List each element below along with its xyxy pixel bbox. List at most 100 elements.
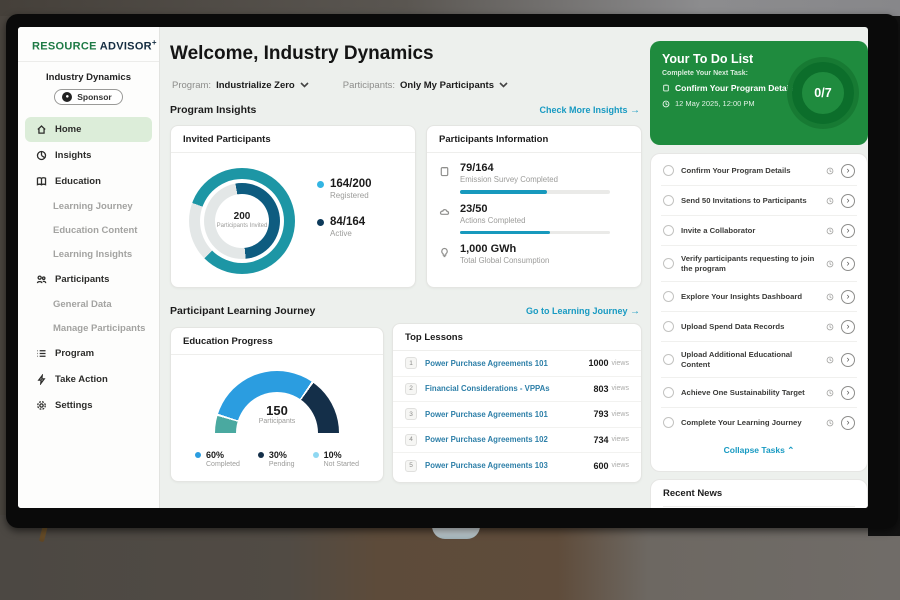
pending-dot-icon [258,452,264,458]
clock-icon [826,197,834,205]
invited-participants-donut: 200 Participants Invited [189,168,295,274]
recent-news-title: Recent News [663,488,855,499]
survey-clipboard-icon [439,162,452,194]
task-checkbox[interactable] [663,387,674,398]
sidebar-item-home[interactable]: Home [25,117,152,142]
sidebar-item-learning-journey[interactable]: Learning Journey [25,195,152,218]
gauge-center-value: 150 [215,403,339,418]
chevron-right-icon[interactable]: › [841,353,855,367]
task-row-explore-insights[interactable]: Explore Your Insights Dashboard › [661,282,857,312]
task-checkbox[interactable] [663,417,674,428]
chevron-right-icon[interactable]: › [841,320,855,334]
task-checkbox[interactable] [663,165,674,176]
sidebar-item-general-data[interactable]: General Data [25,293,152,316]
program-value: Industrialize Zero [216,80,295,91]
clipboard-icon [662,84,670,92]
sidebar-item-learning-insights[interactable]: Learning Insights [25,243,152,266]
lesson-link[interactable]: Financial Considerations - VPPAs [425,384,593,393]
emission-progress-bar [460,190,610,194]
sponsor-icon: ● [62,92,72,102]
task-checkbox[interactable] [663,195,674,206]
task-row-send-invitations[interactable]: Send 50 Invitations to Participants › [661,186,857,216]
clock-icon [826,293,834,301]
clock-icon [826,260,834,268]
rank-badge: 4 [405,434,417,446]
task-row-achieve-target[interactable]: Achieve One Sustainability Target › [661,378,857,408]
task-checkbox[interactable] [663,258,674,269]
clock-icon [826,356,834,364]
todo-next-task: Confirm Your Program Details [675,83,796,93]
rank-badge: 5 [405,460,417,472]
check-more-insights-link[interactable]: Check More Insights → [539,105,640,116]
task-row-upload-educational-content[interactable]: Upload Additional Educational Content › [661,342,857,378]
chevron-right-icon[interactable]: › [841,164,855,178]
sidebar-item-program[interactable]: Program [25,341,152,366]
sidebar-item-participants[interactable]: Participants [25,267,152,292]
education-progress-card: Education Progress 150 Participants 60% … [170,327,384,482]
task-row-confirm-program[interactable]: Confirm Your Program Details › [661,156,857,186]
completed-dot-icon [195,452,201,458]
task-row-complete-learning-journey[interactable]: Complete Your Learning Journey › [661,408,857,437]
lesson-link[interactable]: Power Purchase Agreements 103 [425,461,593,470]
chevron-right-icon[interactable]: › [841,416,855,430]
todo-summary-card: Your To Do List Complete Your Next Task:… [650,41,868,145]
chevron-right-icon[interactable]: › [841,386,855,400]
participants-label: Participants: [343,80,395,91]
chevron-right-icon[interactable]: › [841,257,855,271]
lesson-link[interactable]: Power Purchase Agreements 101 [425,359,588,368]
collapse-tasks-link[interactable]: Collapse Tasks ⌃ [661,437,857,460]
education-legend: 60% Completed 30% Pending 10% Not Starte… [171,450,383,468]
sidebar-item-label: Learning Journey [53,201,133,212]
actions-progress-bar [460,231,610,235]
lesson-row: 3 Power Purchase Agreements 101 793 view… [393,402,641,428]
settings-gear-icon [35,399,47,411]
program-label: Program: [172,80,211,91]
task-row-verify-participants[interactable]: Verify participants requesting to join t… [661,246,857,282]
chevron-right-icon[interactable]: › [841,224,855,238]
lesson-row: 2 Financial Considerations - VPPAs 803 v… [393,377,641,403]
active-dot-icon [317,219,324,226]
task-checkbox[interactable] [663,321,674,332]
logo-plus: + [152,38,157,47]
task-checkbox[interactable] [663,354,674,365]
arrow-right-icon: → [630,306,640,317]
sidebar-item-label: Participants [55,274,109,285]
sidebar-item-insights[interactable]: Insights [25,143,152,168]
todo-tasks-card: Confirm Your Program Details › Send 50 I… [650,153,868,472]
sidebar-item-label: Insights [55,150,91,161]
sidebar-item-manage-participants[interactable]: Manage Participants [25,317,152,340]
lesson-row: 1 Power Purchase Agreements 101 1000 vie… [393,351,641,377]
clock-icon [826,167,834,175]
participants-dropdown[interactable]: Participants: Only My Participants [343,80,508,91]
lesson-link[interactable]: Power Purchase Agreements 101 [425,410,593,419]
chevron-right-icon[interactable]: › [841,290,855,304]
program-dropdown[interactable]: Program: Industrialize Zero [172,80,309,91]
sponsor-label: Sponsor [77,92,111,102]
task-row-upload-spend-data[interactable]: Upload Spend Data Records › [661,312,857,342]
top-lessons-card: Top Lessons 1 Power Purchase Agreements … [392,323,642,483]
org-name: Industry Dynamics [18,72,159,83]
sidebar-item-education-content[interactable]: Education Content [25,219,152,242]
go-to-learning-journey-link[interactable]: Go to Learning Journey → [526,306,640,317]
participants-information-card: Participants Information 79/164 Emission… [426,125,642,288]
sponsor-badge[interactable]: ● Sponsor [54,89,122,105]
lesson-link[interactable]: Power Purchase Agreements 102 [425,435,593,444]
metric-actions: 23/50 Actions Completed [427,194,641,235]
take-action-icon [35,373,47,385]
task-checkbox[interactable] [663,225,674,236]
page-title: Welcome, Industry Dynamics [170,43,434,65]
metric-emission-survey: 79/164 Emission Survey Completed [427,153,641,194]
sidebar-item-take-action[interactable]: Take Action [25,367,152,392]
sidebar-item-education[interactable]: Education [25,169,152,194]
rank-badge: 2 [405,383,417,395]
arrow-right-icon: → [630,105,640,116]
chevron-right-icon[interactable]: › [841,194,855,208]
recent-news-card: Recent News [650,479,868,508]
sidebar-item-label: Take Action [55,374,108,385]
sidebar-item-label: General Data [53,299,112,310]
learning-journey-title: Participant Learning Journey [170,305,315,317]
task-checkbox[interactable] [663,291,674,302]
task-row-invite-collaborator[interactable]: Invite a Collaborator › [661,216,857,246]
sidebar-item-settings[interactable]: Settings [25,393,152,418]
todo-progress-ring: 0/7 [792,62,854,124]
